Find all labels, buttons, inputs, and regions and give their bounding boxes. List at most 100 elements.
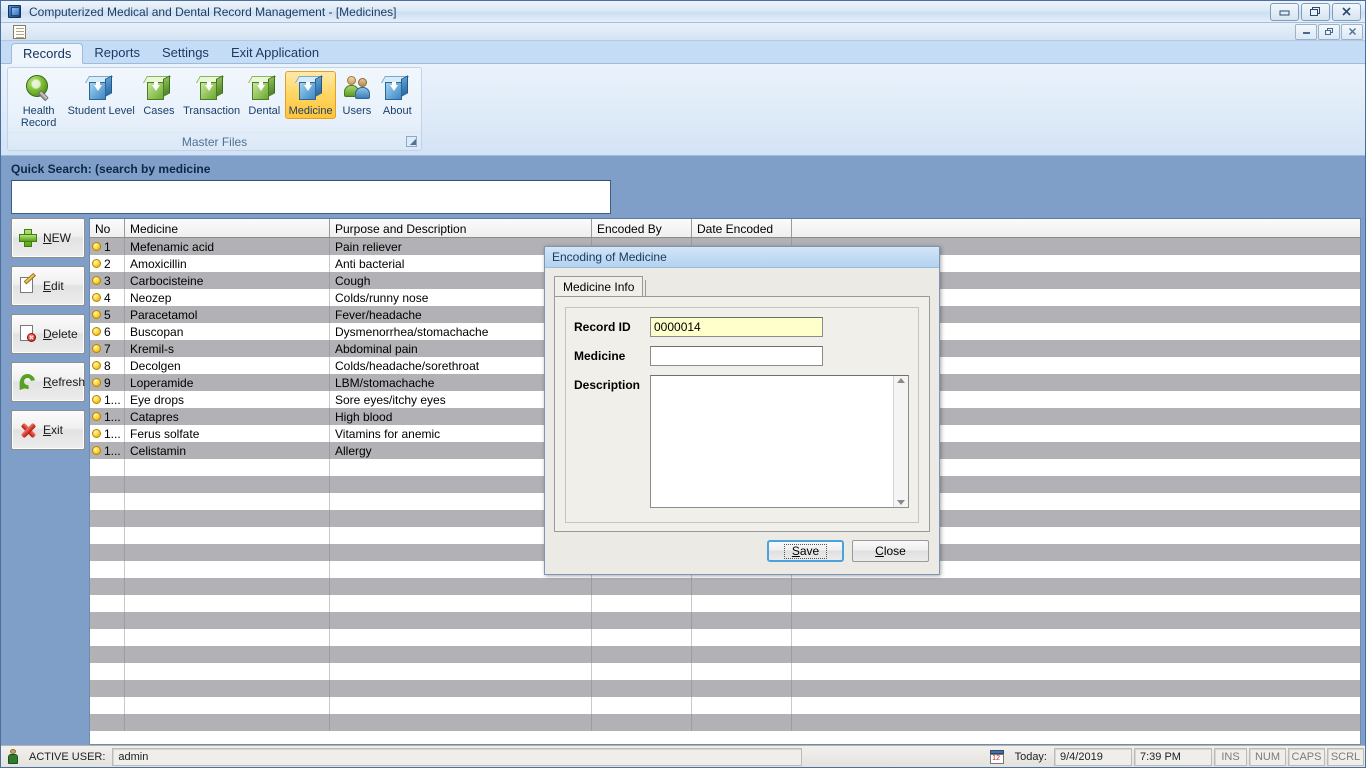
table-row[interactable] bbox=[90, 663, 1360, 680]
cell-date-encoded bbox=[692, 595, 792, 612]
cell-medicine: Eye drops bbox=[125, 391, 330, 408]
dialog-tabstrip: Medicine Info bbox=[554, 276, 930, 296]
description-scrollbar[interactable] bbox=[893, 376, 908, 507]
child-restore-icon[interactable] bbox=[1318, 24, 1340, 40]
refresh-button[interactable]: Refresh bbox=[11, 362, 85, 402]
ribbon-item-users[interactable]: Users bbox=[337, 71, 376, 119]
restore-icon[interactable] bbox=[1301, 3, 1330, 21]
cell-medicine bbox=[125, 527, 330, 544]
column-header-encoded-by[interactable]: Encoded By bbox=[592, 219, 692, 237]
cell-filler bbox=[792, 663, 1360, 680]
exit-button[interactable]: Exit bbox=[11, 410, 85, 450]
edit-button[interactable]: Edit bbox=[11, 266, 85, 306]
child-minimize-icon[interactable] bbox=[1295, 24, 1317, 40]
cell-medicine: Catapres bbox=[125, 408, 330, 425]
search-input[interactable] bbox=[11, 180, 611, 214]
cell-no bbox=[90, 612, 125, 629]
child-close-icon[interactable] bbox=[1341, 24, 1363, 40]
table-row[interactable] bbox=[90, 595, 1360, 612]
cell-medicine: Buscopan bbox=[125, 323, 330, 340]
quick-search-label: Quick Search: (search by medicine bbox=[11, 162, 1365, 176]
ribbon-item-dental[interactable]: Dental bbox=[245, 71, 284, 119]
save-button[interactable]: Save bbox=[767, 540, 844, 562]
ribbon-item-student-level[interactable]: Student Level bbox=[64, 71, 138, 119]
tab-exit-application[interactable]: Exit Application bbox=[220, 42, 330, 63]
red-x-icon bbox=[18, 420, 38, 440]
dialog-launcher-icon[interactable]: ◢ bbox=[406, 136, 417, 147]
cell-medicine bbox=[125, 544, 330, 561]
ribbon-item-transaction[interactable]: Transaction bbox=[180, 71, 244, 119]
cell-no: 4 bbox=[90, 289, 125, 306]
cell-purpose bbox=[330, 646, 592, 663]
cell-no: 6 bbox=[90, 323, 125, 340]
column-header-medicine[interactable]: Medicine bbox=[125, 219, 330, 237]
edit-pencil-icon bbox=[18, 276, 38, 296]
green-plus-icon bbox=[18, 228, 38, 248]
cell-medicine bbox=[125, 612, 330, 629]
new-button[interactable]: NEW bbox=[11, 218, 85, 258]
medicine-label: Medicine bbox=[574, 346, 650, 363]
row-bullet-icon bbox=[92, 412, 101, 421]
description-label: Description bbox=[574, 375, 650, 392]
table-row[interactable] bbox=[90, 697, 1360, 714]
table-row[interactable] bbox=[90, 646, 1360, 663]
cell-date-encoded bbox=[692, 714, 792, 731]
close-icon[interactable] bbox=[1332, 3, 1361, 21]
ribbon-item-label: About bbox=[383, 105, 412, 117]
column-header-purpose[interactable]: Purpose and Description bbox=[330, 219, 592, 237]
table-row[interactable] bbox=[90, 578, 1360, 595]
cell-encoded-by bbox=[592, 714, 692, 731]
ribbon-item-label: Student Level bbox=[68, 105, 135, 117]
column-header-no[interactable]: No bbox=[90, 219, 125, 237]
cell-purpose bbox=[330, 714, 592, 731]
cell-medicine bbox=[125, 476, 330, 493]
menu-bar: Records Reports Settings Exit Applicatio… bbox=[1, 41, 1365, 64]
table-row[interactable] bbox=[90, 612, 1360, 629]
record-id-row: Record ID bbox=[574, 317, 909, 337]
green-cube-icon bbox=[248, 74, 280, 104]
minimize-icon[interactable] bbox=[1270, 3, 1299, 21]
close-button[interactable]: Close bbox=[852, 540, 929, 562]
record-id-label: Record ID bbox=[574, 317, 650, 334]
cell-medicine: Neozep bbox=[125, 289, 330, 306]
ribbon-item-cases[interactable]: Cases bbox=[139, 71, 178, 119]
description-field[interactable] bbox=[651, 376, 893, 507]
tab-reports[interactable]: Reports bbox=[83, 42, 151, 63]
ribbon-item-medicine[interactable]: Medicine bbox=[285, 71, 336, 119]
active-user-label: ACTIVE USER: bbox=[23, 747, 111, 766]
ribbon-item-about[interactable]: About bbox=[378, 71, 417, 119]
cell-purpose bbox=[330, 629, 592, 646]
scroll-up-icon[interactable] bbox=[897, 378, 905, 383]
blue-cube-icon bbox=[85, 74, 117, 104]
cell-no: 7 bbox=[90, 340, 125, 357]
ribbon-item-health-record[interactable]: Health Record bbox=[14, 71, 63, 131]
tab-settings[interactable]: Settings bbox=[151, 42, 220, 63]
document-icon bbox=[13, 25, 26, 39]
cell-medicine: Celistamin bbox=[125, 442, 330, 459]
column-header-date-encoded[interactable]: Date Encoded bbox=[692, 219, 792, 237]
cell-no: 8 bbox=[90, 357, 125, 374]
tab-records[interactable]: Records bbox=[11, 43, 83, 64]
table-row[interactable] bbox=[90, 629, 1360, 646]
table-row[interactable] bbox=[90, 714, 1360, 731]
row-bullet-icon bbox=[92, 446, 101, 455]
calendar-icon: 12 bbox=[990, 750, 1004, 764]
cell-medicine bbox=[125, 493, 330, 510]
quick-search-band: Quick Search: (search by medicine bbox=[1, 156, 1365, 214]
tab-medicine-info[interactable]: Medicine Info bbox=[554, 276, 643, 296]
row-bullet-icon bbox=[92, 276, 101, 285]
scroll-down-icon[interactable] bbox=[897, 500, 905, 505]
cell-no bbox=[90, 578, 125, 595]
cell-medicine bbox=[125, 561, 330, 578]
cell-no bbox=[90, 476, 125, 493]
row-bullet-icon bbox=[92, 344, 101, 353]
ribbon-item-label: Cases bbox=[143, 105, 174, 117]
cell-date-encoded bbox=[692, 646, 792, 663]
cell-medicine: Carbocisteine bbox=[125, 272, 330, 289]
delete-button[interactable]: Delete bbox=[11, 314, 85, 354]
medicine-field[interactable] bbox=[650, 346, 823, 366]
record-id-field[interactable] bbox=[650, 317, 823, 337]
ribbon-group-master-files: Health Record Student Level Cases bbox=[7, 67, 422, 151]
refresh-arrow-icon bbox=[18, 372, 38, 392]
table-row[interactable] bbox=[90, 680, 1360, 697]
